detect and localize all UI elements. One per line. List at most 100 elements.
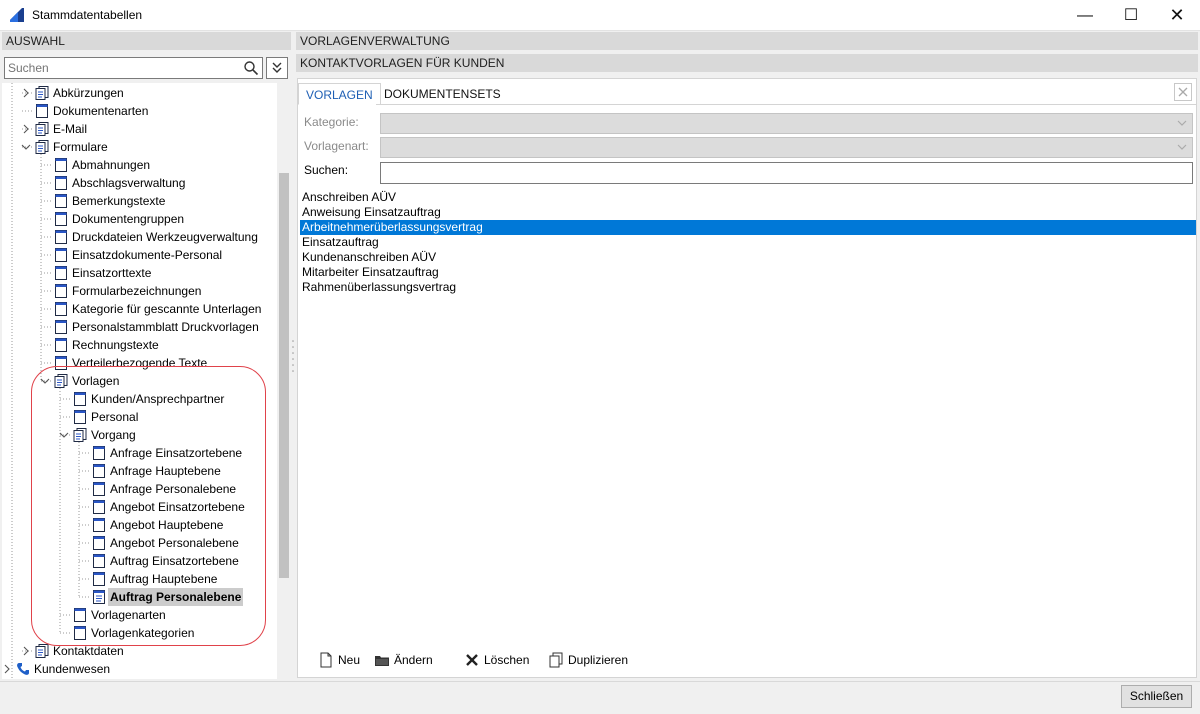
tree-node-label: Abmahnungen [72,158,151,172]
tree-node[interactable]: Einsatzorttexte [2,264,277,282]
tree-node-label: Auftrag Personalebene [108,588,244,606]
tree-node[interactable]: Kunden/Ansprechpartner [2,390,277,408]
document-icon [54,284,68,298]
tree-node[interactable]: Auftrag Personalebene [2,588,277,606]
template-list-item[interactable]: Kundenanschreiben AÜV [300,250,1196,265]
search-icon[interactable] [243,60,259,76]
tree-node[interactable]: Personal [2,408,277,426]
tree-node[interactable]: Formulare [2,138,277,156]
tree-node-label: Anfrage Hauptebene [110,464,221,478]
tab-vorlagen[interactable]: VORLAGEN [298,83,381,105]
document-icon [92,446,106,460]
tree-node[interactable]: Bemerkungstexte [2,192,277,210]
template-list-item[interactable]: Arbeitnehmerüberlassungsvertrag [300,220,1196,235]
document-icon [73,392,87,406]
template-list-item[interactable]: Anschreiben AÜV [300,190,1196,205]
tree-node[interactable]: E-Mail [2,120,277,138]
document-icon [92,536,106,550]
tree-node[interactable]: Formularbezeichnungen [2,282,277,300]
tree-node[interactable]: Verteilerbezogende Texte [2,354,277,372]
folder-documents-icon [35,86,49,100]
tree-node-label: Vorgang [91,428,136,442]
tree-node[interactable]: Kategorie für gescannte Unterlagen [2,300,277,318]
tree-scrollbar[interactable] [277,83,291,679]
tree-node[interactable]: Vorlagenarten [2,606,277,624]
template-list-item[interactable]: Mitarbeiter Einsatzauftrag [300,265,1196,280]
tree-node[interactable]: Auftrag Hauptebene [2,570,277,588]
template-list-item[interactable]: Anweisung Einsatzauftrag [300,205,1196,220]
tree-filter-button[interactable] [266,57,288,79]
tree-node[interactable]: Auftrag Einsatzortebene [2,552,277,570]
document-icon [73,410,87,424]
tree-search-box [4,57,263,79]
tree-node-label: E-Mail [53,122,88,136]
tree-node-label: Formularbezeichnungen [72,284,202,298]
schliessen-button[interactable]: Schließen [1121,685,1192,708]
document-text-icon [92,590,106,604]
tree-search-input[interactable] [5,58,237,78]
tree-node-label: Dokumentengruppen [72,212,185,226]
tree-node[interactable]: Angebot Hauptebene [2,516,277,534]
vorlagenart-dropdown [380,137,1193,158]
tree-node-label: Vorlagen [72,374,120,388]
expand-chevron-icon[interactable] [21,642,31,660]
suchen-label: Suchen: [304,163,349,177]
tab-dokumentensets[interactable]: DOKUMENTENSETS [377,83,508,105]
document-icon [54,248,68,262]
tree-node[interactable]: Kundenwesen [2,660,277,678]
tree-node[interactable]: Angebot Einsatzortebene [2,498,277,516]
tree-node[interactable]: Abmahnungen [2,156,277,174]
collapse-chevron-icon[interactable] [21,138,31,156]
tree-node[interactable]: Abkürzungen [2,84,277,102]
chevron-double-down-icon [272,62,282,73]
collapse-chevron-icon[interactable] [59,426,69,444]
tree-node-label: Einsatzorttexte [72,266,152,280]
splitter-grip[interactable] [292,338,294,372]
collapse-chevron-icon[interactable] [40,372,50,390]
tree-node[interactable]: Personalstammblatt Druckvorlagen [2,318,277,336]
document-icon [54,356,68,370]
template-list-item[interactable]: Rahmenüberlassungsvertrag [300,280,1196,295]
document-icon [92,464,106,478]
tree-node[interactable]: Anfrage Personalebene [2,480,277,498]
document-icon [92,500,106,514]
tree-node[interactable]: Vorlagen [2,372,277,390]
template-search-input[interactable] [381,163,1186,183]
template-list-item[interactable]: Einsatzauftrag [300,235,1196,250]
tree-node[interactable]: Druckdateien Werkzeugverwaltung [2,228,277,246]
tree-node[interactable]: Anfrage Einsatzortebene [2,444,277,462]
navigation-tree: Abkürzungen Dokumentenarten E-Mail Formular… [2,83,277,679]
expand-chevron-icon[interactable] [21,84,31,102]
window-close-button[interactable]: ✕ [1154,0,1200,31]
tree-node-label: Kontaktdaten [53,644,124,658]
tree-node[interactable]: Abschlagsverwaltung [2,174,277,192]
tree-node-label: Formulare [53,140,108,154]
duplicate-icon [549,652,563,668]
tree-node[interactable]: Vorlagenkategorien [2,624,277,642]
tree-node[interactable]: Kontaktdaten [2,642,277,660]
tree-node-label: Kundenwesen [34,662,111,676]
auswahl-header: AUSWAHL [2,32,291,50]
document-icon [92,482,106,496]
maximize-button[interactable]: ☐ [1108,0,1154,31]
tree-node-label: Personalstammblatt Druckvorlagen [72,320,259,334]
expand-chevron-icon[interactable] [2,660,12,678]
minimize-button[interactable]: — [1062,0,1108,31]
expand-chevron-icon[interactable] [21,120,31,138]
tree-node[interactable]: Dokumentenarten [2,102,277,120]
tree-node[interactable]: Dokumentengruppen [2,210,277,228]
close-icon[interactable] [1174,83,1192,101]
action-label: Neu [338,653,361,667]
tree-node[interactable]: Angebot Personalebene [2,534,277,552]
window-title: Stammdatentabellen [32,8,143,22]
tree-node[interactable]: Anfrage Hauptebene [2,462,277,480]
vorlagenart-label: Vorlagenart: [304,139,369,153]
tree-node[interactable]: Rechnungstexte [2,336,277,354]
tree-node[interactable]: Einsatzdokumente-Personal [2,246,277,264]
document-icon [35,104,49,118]
phone-icon [16,662,30,676]
tree-node-label: Druckdateien Werkzeugverwaltung [72,230,258,244]
tree-node[interactable]: Vorgang [2,426,277,444]
tree-scrollbar-thumb[interactable] [279,173,289,578]
tree-node-label: Einsatzdokumente-Personal [72,248,223,262]
